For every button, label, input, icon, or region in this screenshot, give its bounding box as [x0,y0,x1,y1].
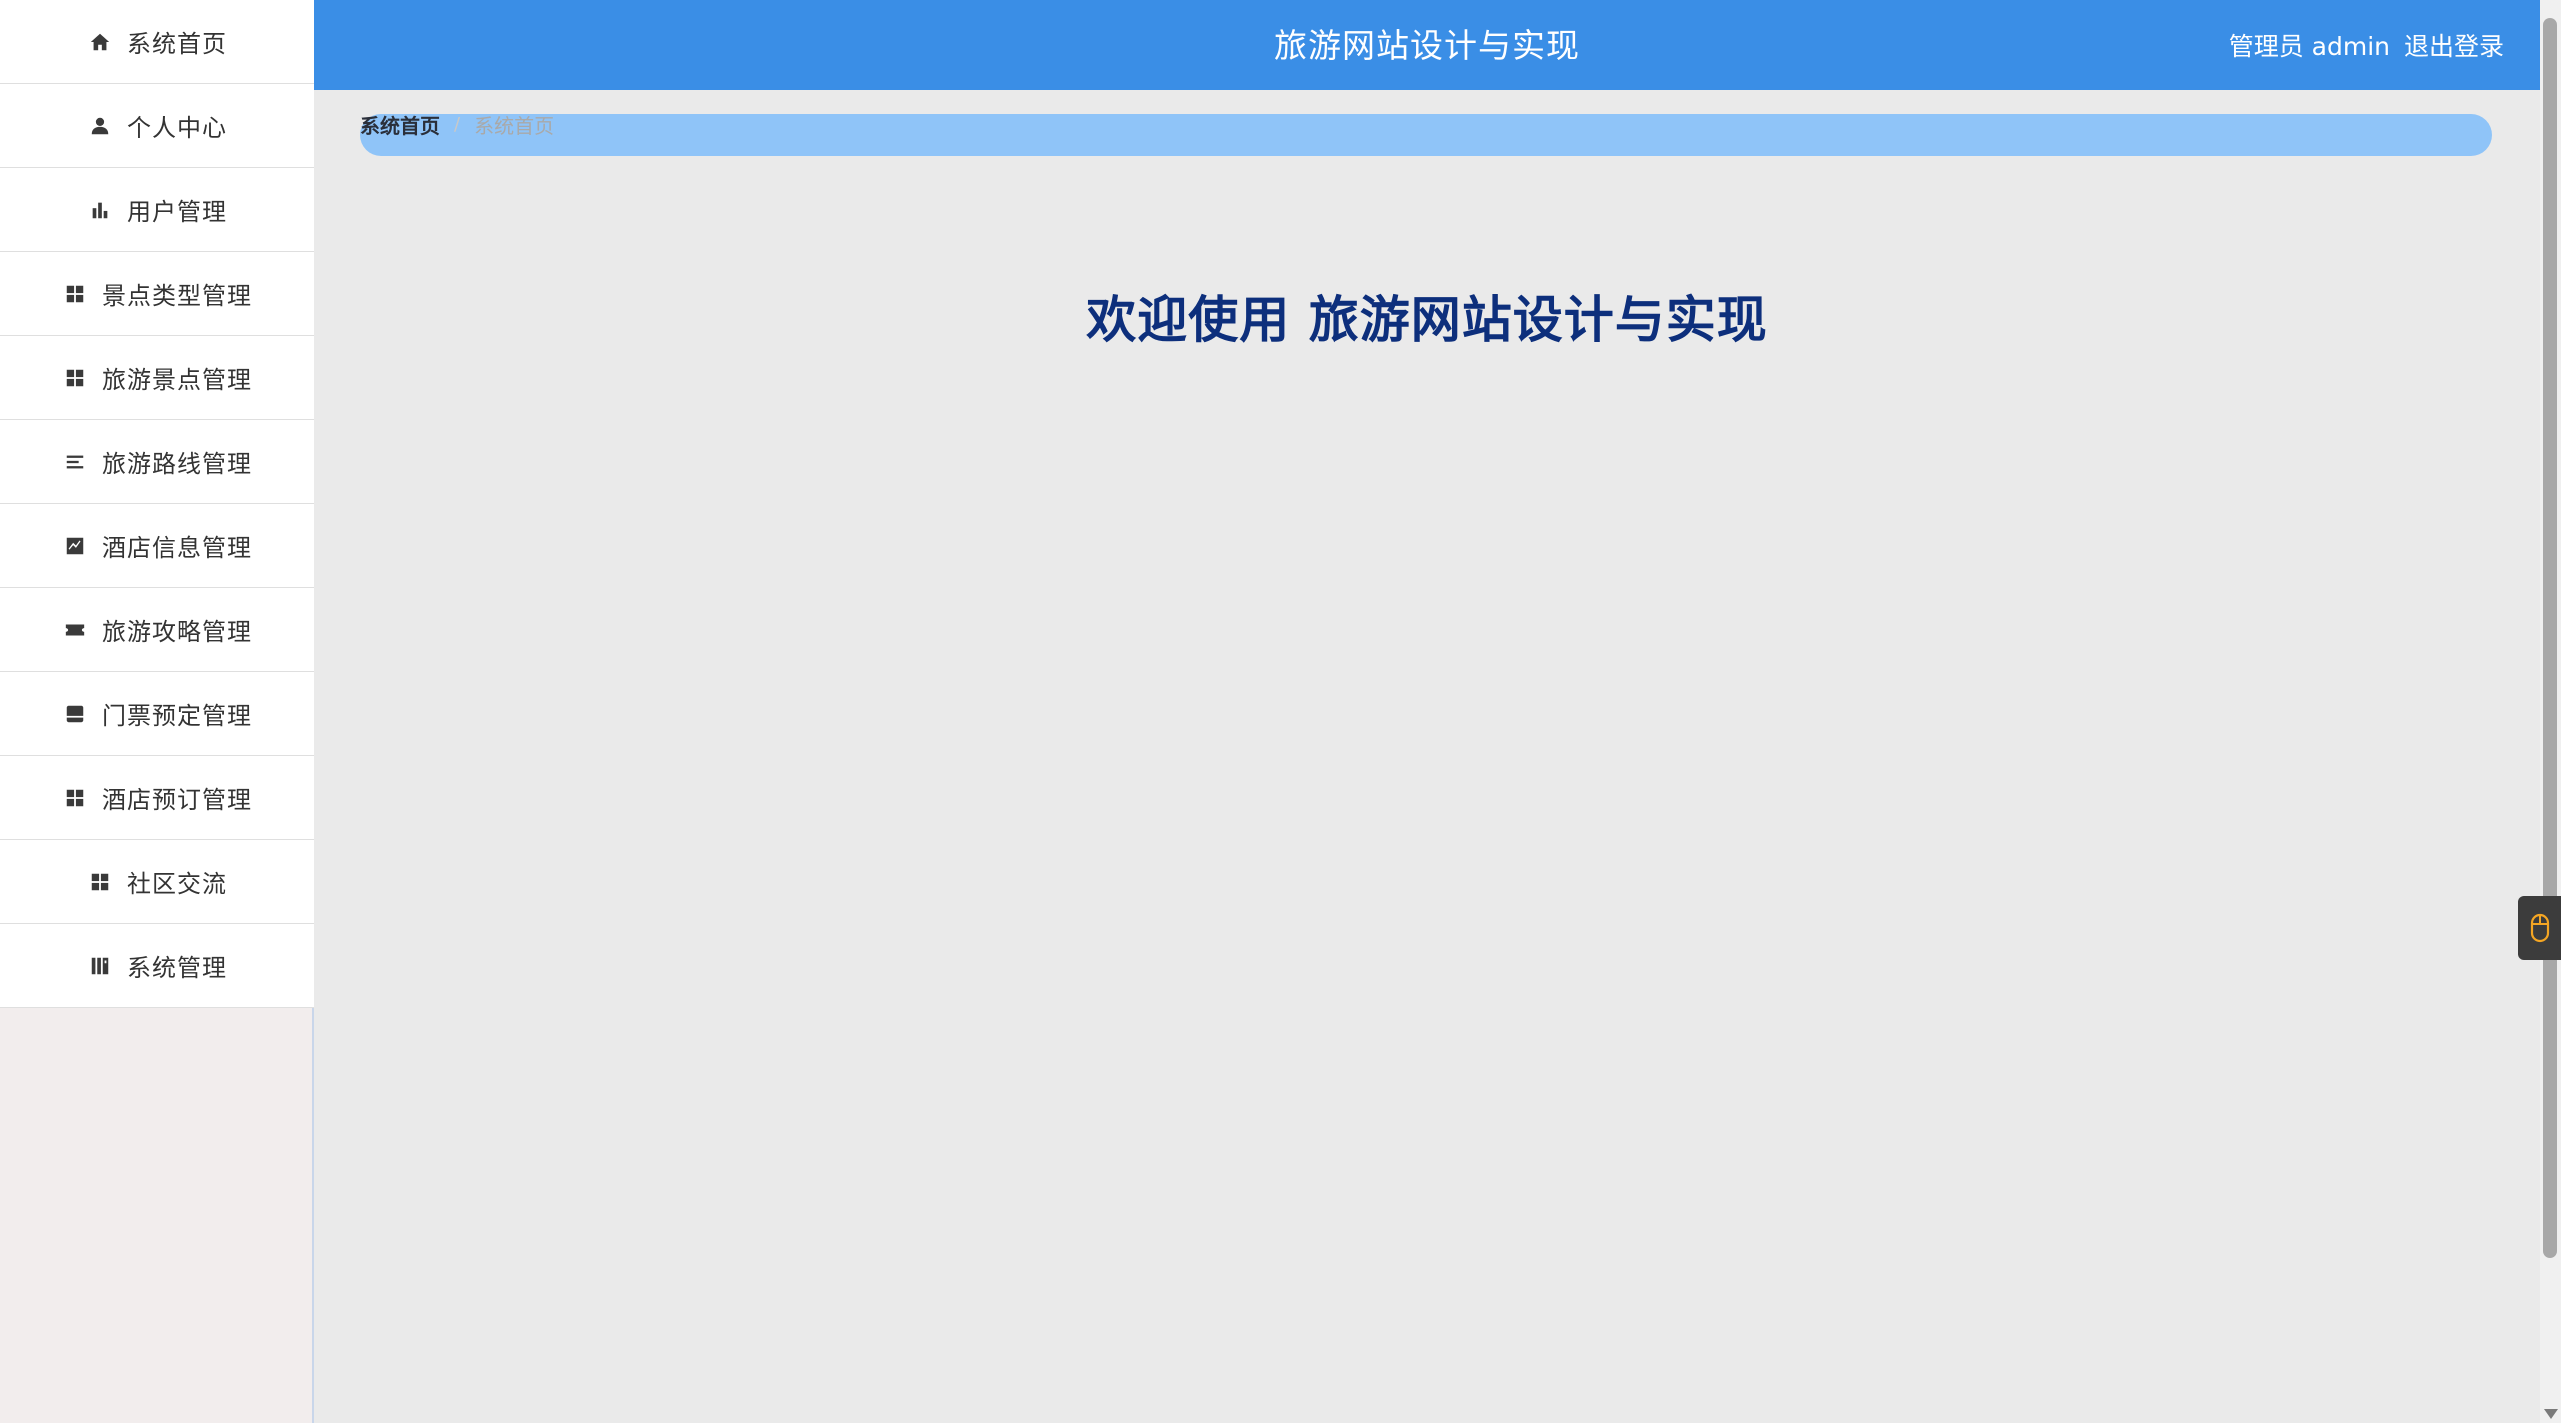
sidebar-item-guides[interactable]: 旅游攻略管理 [0,588,314,672]
sidebar-item-home[interactable]: 系统首页 [0,0,314,84]
sidebar-item-scenic-types[interactable]: 景点类型管理 [0,252,314,336]
sidebar-item-hotel-booking[interactable]: 酒店预订管理 [0,756,314,840]
sidebar-item-system[interactable]: 系统管理 [0,924,314,1008]
sidebar-item-scenic-spots[interactable]: 旅游景点管理 [0,336,314,420]
vertical-scrollbar[interactable] [2540,0,2561,1423]
settings-book-icon [87,953,113,979]
app-title: 旅游网站设计与实现 [1274,26,1580,65]
sidebar-item-users[interactable]: 用户管理 [0,168,314,252]
breadcrumb-bar [360,114,2492,156]
breadcrumb: 系统首页 / 系统首页 [360,110,555,139]
user-area: 管理员 admin 退出登录 [2215,0,2504,90]
list-lines-icon [62,449,88,475]
grid-icon [62,281,88,307]
sidebar-item-label: 旅游路线管理 [102,450,252,478]
sidebar-item-label: 酒店预订管理 [102,786,252,814]
breadcrumb-current: 系统首页 [474,113,555,138]
sidebar-item-label: 景点类型管理 [102,282,252,310]
sidebar-item-label: 用户管理 [127,198,227,226]
sidebar: 系统首页 个人中心 用户管理 景点类型管理 旅游景点管理 旅游路线管理 酒店信息… [0,0,314,1423]
breadcrumb-separator: / [454,113,461,135]
app-root: 系统首页 个人中心 用户管理 景点类型管理 旅游景点管理 旅游路线管理 酒店信息… [0,0,2561,1423]
person-icon [87,113,113,139]
sidebar-item-tickets[interactable]: 门票预定管理 [0,672,314,756]
sidebar-item-profile[interactable]: 个人中心 [0,84,314,168]
sidebar-item-label: 旅游攻略管理 [102,618,252,646]
mouse-icon [2530,913,2549,943]
sidebar-item-label: 系统首页 [127,30,227,58]
grid-icon [62,365,88,391]
sidebar-item-label: 系统管理 [127,954,227,982]
sidebar-item-label: 社区交流 [127,870,227,898]
sidebar-item-label: 酒店信息管理 [102,534,252,562]
logout-button[interactable]: 退出登录 [2404,27,2504,63]
top-header: 旅游网站设计与实现 管理员 admin 退出登录 [314,0,2540,90]
bar-chart-icon [87,197,113,223]
sidebar-item-label: 个人中心 [127,114,227,142]
sidebar-item-routes[interactable]: 旅游路线管理 [0,420,314,504]
ticket-icon [62,617,88,643]
sidebar-item-label: 旅游景点管理 [102,366,252,394]
sidebar-item-community[interactable]: 社区交流 [0,840,314,924]
breadcrumb-root-link[interactable]: 系统首页 [360,110,440,139]
grid-icon [87,869,113,895]
user-role-label: 管理员 admin [2228,32,2390,61]
sidebar-item-hotels[interactable]: 酒店信息管理 [0,504,314,588]
tray-icon [62,701,88,727]
welcome-heading: 欢迎使用 旅游网站设计与实现 [1086,291,1768,349]
home-icon [87,29,113,55]
trend-chart-icon [62,533,88,559]
grid-icon [62,785,88,811]
floating-side-tab[interactable] [2518,896,2561,960]
scroll-down-arrow-icon[interactable] [2544,1409,2558,1419]
sidebar-item-label: 门票预定管理 [102,702,252,730]
scrollbar-thumb[interactable] [2543,18,2557,1258]
